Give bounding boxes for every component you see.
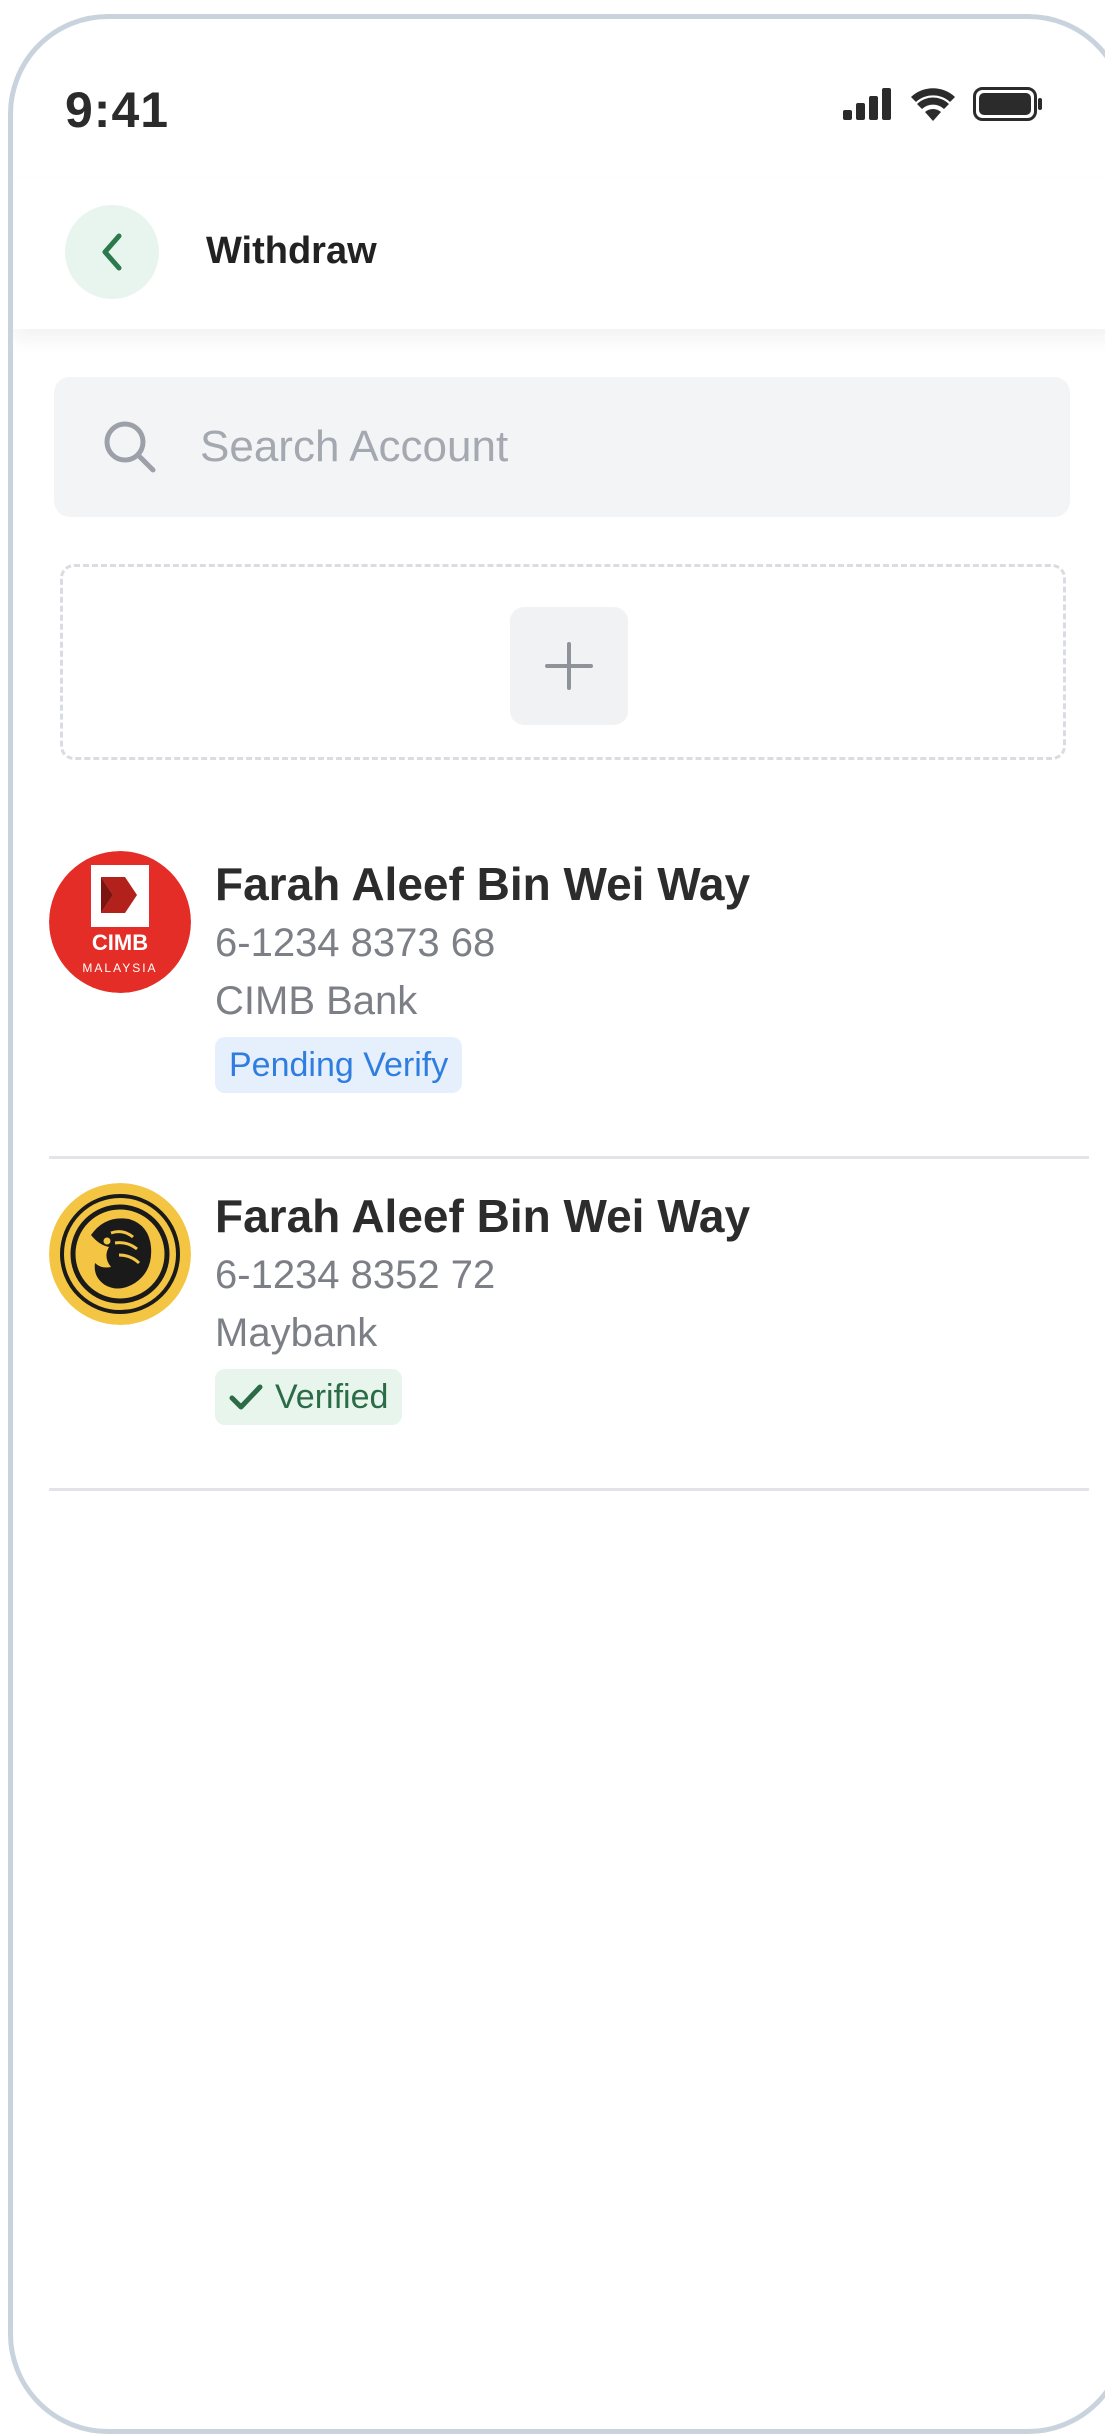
status-icons	[843, 87, 1043, 121]
phone-frame: 9:41 Withdraw Search Account CIMB MALAYS…	[8, 14, 1105, 2434]
chevron-left-icon	[102, 233, 122, 271]
status-badge: Verified	[215, 1369, 403, 1425]
cimb-logo: CIMB MALAYSIA	[49, 851, 191, 993]
search-input[interactable]	[198, 421, 1002, 473]
plus-icon	[545, 642, 593, 690]
search-icon	[104, 421, 156, 473]
status-label: Pending Verify	[229, 1045, 449, 1084]
maybank-logo	[49, 1183, 191, 1325]
status-time: 9:41	[65, 82, 170, 138]
check-icon	[229, 1384, 263, 1410]
bank-name: CIMB Bank	[215, 979, 418, 1023]
account-name: Farah Aleef Bin Wei Way	[215, 858, 751, 910]
bank-name: Maybank	[215, 1311, 378, 1355]
search-bar[interactable]	[54, 377, 1070, 517]
status-badge: Pending Verify	[215, 1037, 463, 1093]
back-button[interactable]	[65, 205, 159, 299]
status-label: Verified	[275, 1377, 389, 1416]
wifi-icon	[911, 88, 955, 121]
svg-text:MALAYSIA: MALAYSIA	[82, 961, 157, 975]
page-title: Withdraw	[206, 230, 377, 272]
account-name: Farah Aleef Bin Wei Way	[215, 1190, 751, 1242]
account-item[interactable]: Farah Aleef Bin Wei Way 6-1234 8352 72 M…	[49, 1159, 1089, 1491]
signal-icon	[843, 88, 891, 120]
svg-text:CIMB: CIMB	[92, 930, 148, 955]
account-number: 6-1234 8373 68	[215, 921, 496, 965]
app-header: Withdraw	[13, 179, 1105, 329]
add-account-button[interactable]	[510, 607, 628, 725]
account-item[interactable]: CIMB MALAYSIA Farah Aleef Bin Wei Way 6-…	[49, 827, 1089, 1159]
account-number: 6-1234 8352 72	[215, 1253, 496, 1297]
status-bar: 9:41	[13, 19, 1105, 179]
add-account-area[interactable]	[60, 564, 1066, 760]
battery-icon	[973, 87, 1042, 121]
